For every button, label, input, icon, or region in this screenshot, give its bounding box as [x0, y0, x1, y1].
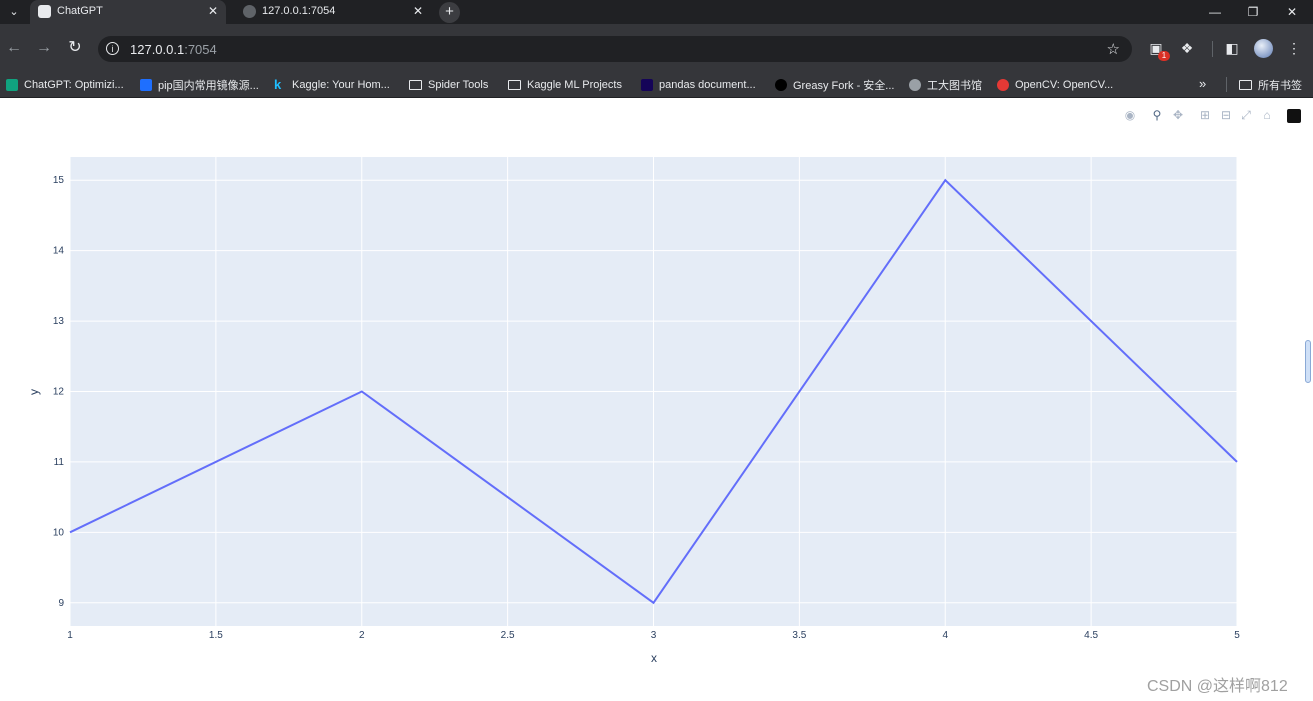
reload-icon[interactable]: ↻ [65, 38, 85, 58]
y-axis-label: y [27, 389, 41, 395]
url-text[interactable]: 127.0.0.1:7054 [130, 42, 217, 57]
tab-title: 127.0.0.1:7054 [262, 5, 336, 17]
new-tab-button[interactable]: + [439, 2, 460, 23]
bookmark-folder-kaggle-ml[interactable]: Kaggle ML Projects [508, 77, 622, 93]
bookmark-folder-spider-tools[interactable]: Spider Tools [409, 77, 488, 93]
tab-search-chevron-icon[interactable]: ⌄ [6, 4, 22, 20]
x-tick-labels: 1 1.5 2 2.5 3 3.5 4 4.5 5 [67, 630, 1240, 641]
bookmark-kaggle[interactable]: k Kaggle: Your Hom... [274, 77, 390, 93]
browser-toolbar: ← → ↻ i 127.0.0.1:7054 ☆ ▣ 1 ❖ ◧ ⋮ [0, 24, 1313, 72]
y-tick-label: 15 [53, 175, 65, 186]
bookmark-label: Kaggle ML Projects [527, 79, 622, 91]
x-tick-label: 3.5 [792, 630, 806, 641]
bookmark-opencv[interactable]: OpenCV: OpenCV... [997, 77, 1113, 93]
url-port: :7054 [184, 42, 217, 57]
x-tick-label: 1 [67, 630, 73, 641]
tab-title: ChatGPT [57, 5, 103, 17]
y-tick-label: 13 [53, 316, 65, 327]
watermark-text: CSDN @这样啊812 [1147, 678, 1288, 695]
bookmarks-bar: ChatGPT: Optimizi... pip国内常用镜像源... k Kagg… [0, 72, 1313, 98]
y-tick-label: 11 [54, 457, 65, 468]
kebab-menu-icon[interactable]: ⋮ [1285, 39, 1303, 57]
folder-icon [508, 80, 521, 90]
back-arrow-icon[interactable]: ← [4, 38, 24, 58]
bookmark-label: pip国内常用镜像源... [158, 80, 259, 92]
bookmark-label: pandas document... [659, 79, 756, 91]
x-tick-label: 5 [1234, 630, 1240, 641]
bookmarks-divider [1226, 77, 1227, 92]
chatgpt-favicon-icon [38, 5, 51, 18]
bookmark-star-icon[interactable]: ☆ [1107, 40, 1120, 58]
side-panel-icon[interactable]: ◧ [1223, 39, 1241, 57]
bookmark-greasyfork[interactable]: Greasy Fork - 安全... [775, 77, 894, 93]
bookmark-library[interactable]: 工大图书馆 [909, 77, 982, 93]
window-close-icon[interactable]: ✕ [1273, 0, 1311, 24]
x-tick-label: 1.5 [209, 630, 223, 641]
tab-strip: ⌄ ChatGPT ✕ 127.0.0.1:7054 ✕ + — ❐ ✕ [0, 0, 1313, 24]
x-tick-label: 2.5 [501, 630, 515, 641]
profile-avatar[interactable] [1254, 39, 1273, 58]
page-content: ◉ ⚲ ✥ ⊞ ⊟ ⤢ ⌂ 1 1.5 2 2.5 3 3.5 4 4.5 5 9 10 11 12 1… [0, 98, 1313, 701]
bookmark-label: 工大图书馆 [927, 80, 982, 92]
more-bookmarks-chevron-icon[interactable]: » [1199, 76, 1206, 91]
x-tick-label: 2 [359, 630, 365, 641]
bookmark-chatgpt[interactable]: ChatGPT: Optimizi... [6, 77, 124, 93]
zhihu-icon [140, 79, 152, 91]
bookmark-label: Spider Tools [428, 79, 489, 91]
bookmark-label: ChatGPT: Optimizi... [24, 79, 124, 91]
x-tick-label: 3 [651, 630, 657, 641]
bookmark-label: OpenCV: OpenCV... [1015, 79, 1114, 91]
y-tick-label: 12 [53, 387, 65, 398]
kaggle-icon: k [274, 77, 282, 92]
folder-icon [1239, 80, 1252, 90]
x-tick-label: 4.5 [1084, 630, 1098, 641]
bookmark-pip-mirrors[interactable]: pip国内常用镜像源... [140, 77, 259, 93]
extension-icon[interactable]: ▣ 1 [1147, 39, 1170, 61]
minimize-icon[interactable]: — [1196, 0, 1234, 24]
scrollbar-thumb[interactable] [1305, 340, 1311, 383]
y-tick-label: 14 [53, 246, 65, 257]
tab-chatgpt[interactable]: ChatGPT ✕ [30, 0, 226, 24]
all-bookmarks[interactable]: 所有书签 [1239, 77, 1302, 93]
greasyfork-icon [775, 79, 787, 91]
close-icon[interactable]: ✕ [411, 4, 425, 18]
y-tick-label: 9 [58, 598, 64, 609]
line-chart[interactable]: 1 1.5 2 2.5 3 3.5 4 4.5 5 9 10 11 12 13 14 15 x y [0, 98, 1313, 701]
url-host: 127.0.0.1 [130, 42, 185, 57]
restore-icon[interactable]: ❐ [1234, 0, 1272, 24]
folder-icon [409, 80, 422, 90]
x-axis-label: x [651, 651, 657, 665]
bookmark-pandas[interactable]: pandas document... [641, 77, 756, 93]
bookmark-label: 所有书签 [1258, 80, 1302, 92]
x-tick-label: 4 [942, 630, 948, 641]
globe-icon [909, 79, 921, 91]
address-bar[interactable]: i 127.0.0.1:7054 ☆ [98, 36, 1132, 62]
bookmark-label: Kaggle: Your Hom... [292, 79, 390, 91]
tab-localhost[interactable]: 127.0.0.1:7054 ✕ [235, 0, 431, 24]
opencv-icon [997, 79, 1009, 91]
forward-arrow-icon[interactable]: → [34, 38, 54, 58]
y-tick-labels: 9 10 11 12 13 14 15 [53, 175, 65, 609]
y-tick-label: 10 [53, 527, 65, 538]
chatgpt-icon [6, 79, 18, 91]
bookmark-label: Greasy Fork - 安全... [793, 80, 895, 92]
extension-badge: 1 [1158, 51, 1170, 61]
close-icon[interactable]: ✕ [206, 4, 220, 18]
extensions-puzzle-icon[interactable]: ❖ [1178, 39, 1196, 57]
toolbar-divider [1212, 41, 1213, 57]
globe-icon [243, 5, 256, 18]
pandas-icon [641, 79, 653, 91]
site-info-icon[interactable]: i [106, 42, 119, 55]
